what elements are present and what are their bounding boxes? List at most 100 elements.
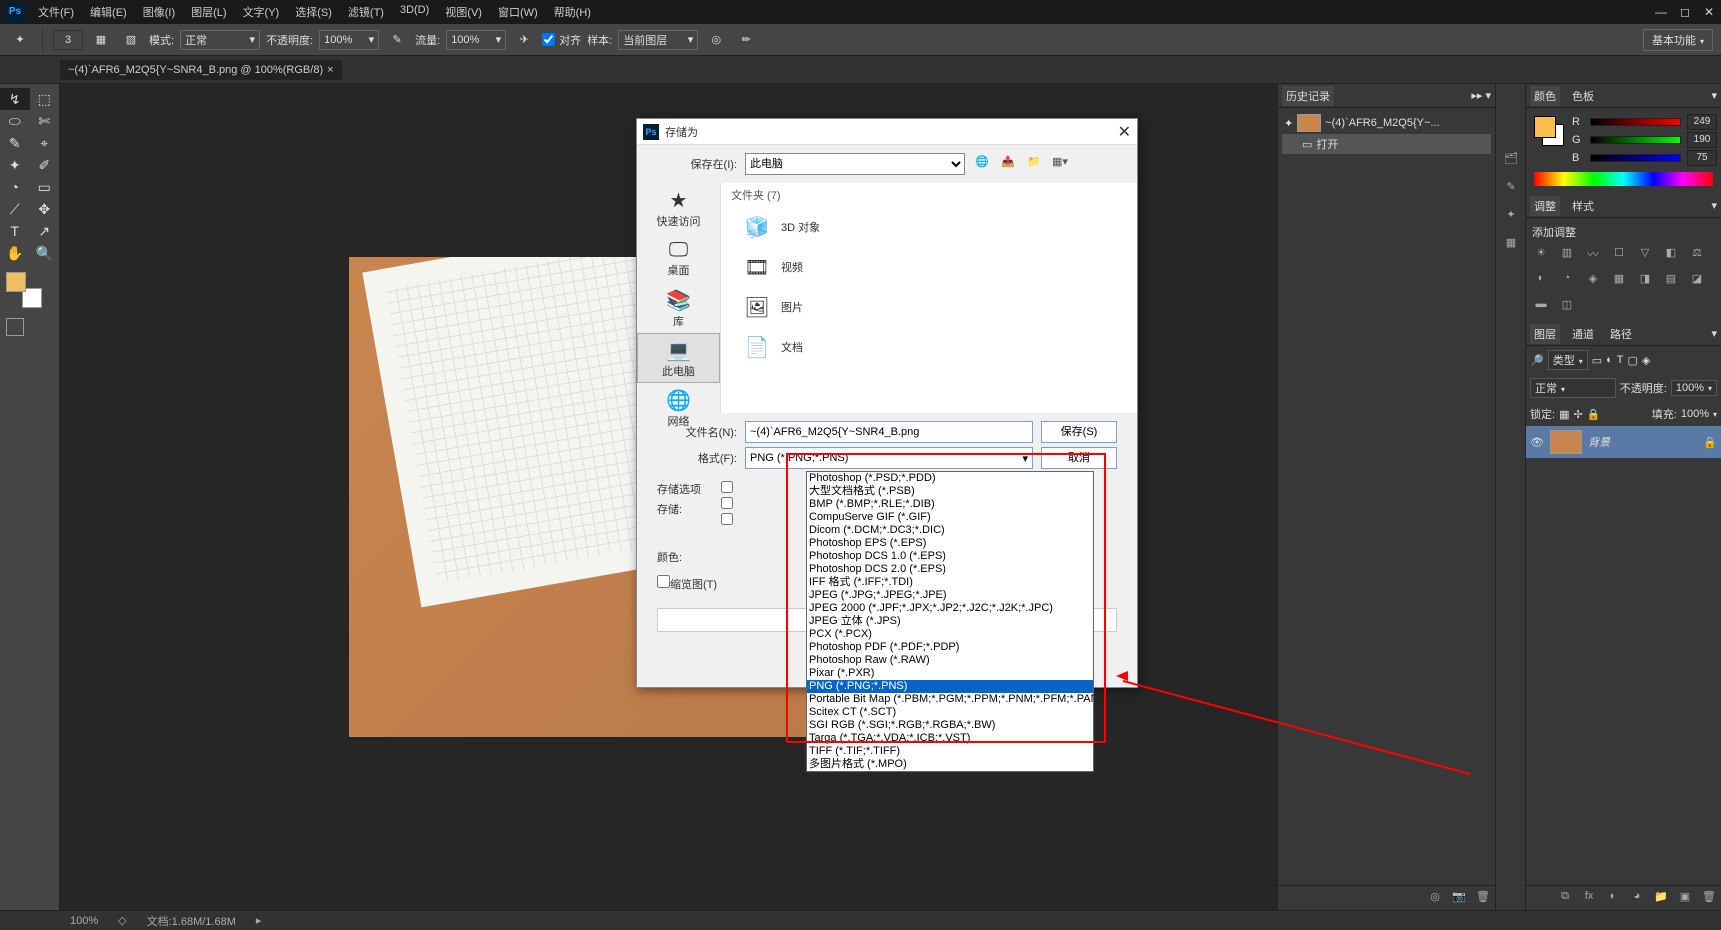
tool-9[interactable]: ▭ [30, 176, 60, 198]
window-minimize-icon[interactable]: — [1649, 3, 1673, 21]
exposure-icon[interactable]: ☐ [1610, 246, 1628, 264]
format-option[interactable]: Photoshop Raw (*.RAW) [807, 654, 1093, 667]
panel-menu-icon[interactable]: ▸▸ ▾ [1471, 89, 1491, 102]
curves-icon[interactable]: 〰 [1584, 246, 1602, 264]
places-item[interactable]: 🖵桌面 [637, 233, 720, 283]
menu-item[interactable]: 窗口(W) [490, 4, 546, 20]
menu-item[interactable]: 文件(F) [30, 4, 82, 20]
cancel-button[interactable]: 取消 [1041, 447, 1117, 469]
tool-11[interactable]: ✥ [30, 198, 60, 220]
tool-7[interactable]: ✐ [30, 154, 60, 176]
window-close-icon[interactable]: ✕ [1697, 3, 1721, 21]
format-option[interactable]: JPEG (*.JPG;*.JPEG;*.JPE) [807, 589, 1093, 602]
menu-item[interactable]: 帮助(H) [546, 4, 599, 20]
new-layer-icon[interactable]: ▣ [1677, 890, 1693, 906]
nav-icon[interactable]: ◇ [118, 914, 126, 927]
format-option[interactable]: 大型文档格式 (*.PSB) [807, 485, 1093, 498]
history-state[interactable]: ▭ 打开 [1282, 134, 1491, 154]
fill-input[interactable]: 100% [1681, 408, 1717, 420]
format-option[interactable]: Scitex CT (*.SCT) [807, 706, 1093, 719]
adj-layer-icon[interactable]: ◕ [1629, 890, 1645, 906]
bw-icon[interactable]: ◐ [1532, 272, 1550, 290]
filter-text-icon[interactable]: T [1617, 354, 1624, 366]
menu-item[interactable]: 选择(S) [287, 4, 340, 20]
format-select[interactable]: PNG (*.PNG;*.PNS)▾ [745, 447, 1033, 469]
color-spectrum[interactable] [1534, 172, 1713, 186]
channels-tab[interactable]: 通道 [1568, 324, 1598, 344]
airbrush-icon[interactable]: ✈ [512, 28, 536, 52]
filter-smart-icon[interactable]: ◈ [1642, 354, 1650, 367]
format-dropdown[interactable]: Photoshop (*.PSD;*.PDD)大型文档格式 (*.PSB)BMP… [806, 471, 1094, 772]
menu-item[interactable]: 滤镜(T) [340, 4, 392, 20]
g-value[interactable]: 190 [1687, 132, 1717, 148]
format-option[interactable]: JPEG 2000 (*.JPF;*.JPX;*.JP2;*.J2C;*.J2K… [807, 602, 1093, 615]
document-tab[interactable]: ~(4)`AFR6_M2Q5{Y~SNR4_B.png @ 100%(RGB/8… [60, 60, 342, 80]
format-option[interactable]: PNG (*.PNG;*.PNS) [807, 680, 1093, 693]
format-option[interactable]: Photoshop EPS (*.EPS) [807, 537, 1093, 550]
levels-icon[interactable]: ▥ [1558, 246, 1576, 264]
pressure-size-icon[interactable]: ✏ [734, 28, 758, 52]
color-tab[interactable]: 颜色 [1530, 86, 1560, 106]
layer-thumb[interactable] [1550, 430, 1582, 454]
back-icon[interactable]: 🌐 [973, 155, 991, 173]
tool-6[interactable]: ✦ [0, 154, 30, 176]
workspace-select[interactable]: 基本功能 [1643, 29, 1713, 51]
format-option[interactable]: SGI RGB (*.SGI;*.RGB;*.RGBA;*.BW) [807, 719, 1093, 732]
styles-tab[interactable]: 样式 [1568, 196, 1598, 216]
clone-icon[interactable]: ✦ [1496, 200, 1526, 228]
format-option[interactable]: Dicom (*.DCM;*.DC3;*.DIC) [807, 524, 1093, 537]
minibridge-icon[interactable]: 🗂 [1496, 144, 1526, 172]
snapshot-icon[interactable]: ◎ [1427, 890, 1443, 906]
group-icon[interactable]: 📁 [1653, 890, 1669, 906]
posterize-icon[interactable]: ▤ [1662, 272, 1680, 290]
format-option[interactable]: Photoshop PDF (*.PDF;*.PDP) [807, 641, 1093, 654]
view-icon[interactable]: ▦▾ [1051, 155, 1069, 173]
paths-tab[interactable]: 路径 [1606, 324, 1636, 344]
up-icon[interactable]: 📤 [999, 155, 1017, 173]
fg-swatch[interactable] [1534, 116, 1556, 138]
quickmask-icon[interactable] [6, 318, 24, 336]
balance-icon[interactable]: ⚖ [1688, 246, 1706, 264]
foreground-color-swatch[interactable] [6, 272, 26, 292]
format-option[interactable]: 多图片格式 (*.MPO) [807, 758, 1093, 771]
flow-input[interactable]: 100%▾ [446, 30, 506, 50]
format-option[interactable]: PCX (*.PCX) [807, 628, 1093, 641]
tool-2[interactable]: ⬭ [0, 110, 30, 132]
filter-shape-icon[interactable]: ▢ [1628, 354, 1638, 367]
tool-1[interactable]: ⬚ [30, 88, 60, 110]
brush-size-input[interactable]: 3 [53, 30, 83, 50]
mask-icon[interactable]: ◐ [1605, 890, 1621, 906]
sample-all-icon[interactable]: ◎ [704, 28, 728, 52]
menu-item[interactable]: 文字(Y) [235, 4, 288, 20]
tool-0[interactable]: ↯ [0, 88, 30, 110]
new-doc-icon[interactable]: 📷 [1451, 890, 1467, 906]
format-option[interactable]: Pixar (*.PXR) [807, 667, 1093, 680]
brush-preset-icon[interactable]: ▦ [89, 28, 113, 52]
format-option[interactable]: TIFF (*.TIF;*.TIFF) [807, 745, 1093, 758]
format-option[interactable]: BMP (*.BMP;*.RLE;*.DIB) [807, 498, 1093, 511]
filter-kind-select[interactable]: 类型 [1548, 350, 1588, 370]
tool-8[interactable]: ◔ [0, 176, 30, 198]
places-item[interactable]: 📚库 [637, 283, 720, 333]
places-item[interactable]: 💻此电脑 [637, 333, 720, 383]
mixer-icon[interactable]: ◈ [1584, 272, 1602, 290]
save-in-select[interactable]: 此电脑 [745, 153, 965, 175]
menu-item[interactable]: 3D(D) [392, 4, 437, 20]
sample-select[interactable]: 当前图层▾ [618, 30, 698, 50]
r-value[interactable]: 249 [1687, 114, 1717, 130]
tool-14[interactable]: ✋ [0, 242, 30, 264]
dialog-close-icon[interactable]: ✕ [1118, 122, 1131, 142]
new-folder-icon[interactable]: 📁 [1025, 155, 1043, 173]
folder-item[interactable]: 🖼图片 [721, 287, 1137, 327]
tool-5[interactable]: ⌖ [30, 132, 60, 154]
layer-opacity-input[interactable]: 100% [1671, 380, 1717, 396]
visibility-icon[interactable]: 👁 [1530, 436, 1544, 449]
history-tab[interactable]: 历史记录 [1282, 86, 1334, 106]
window-maximize-icon[interactable]: ◻ [1673, 3, 1697, 21]
thumbnail-check[interactable]: 缩览图(T) [657, 575, 717, 592]
tool-4[interactable]: ✎ [0, 132, 30, 154]
tool-12[interactable]: T [0, 220, 30, 242]
menu-item[interactable]: 编辑(E) [82, 4, 135, 20]
hue-icon[interactable]: ◧ [1662, 246, 1680, 264]
filter-pixel-icon[interactable]: ▭ [1592, 354, 1602, 367]
